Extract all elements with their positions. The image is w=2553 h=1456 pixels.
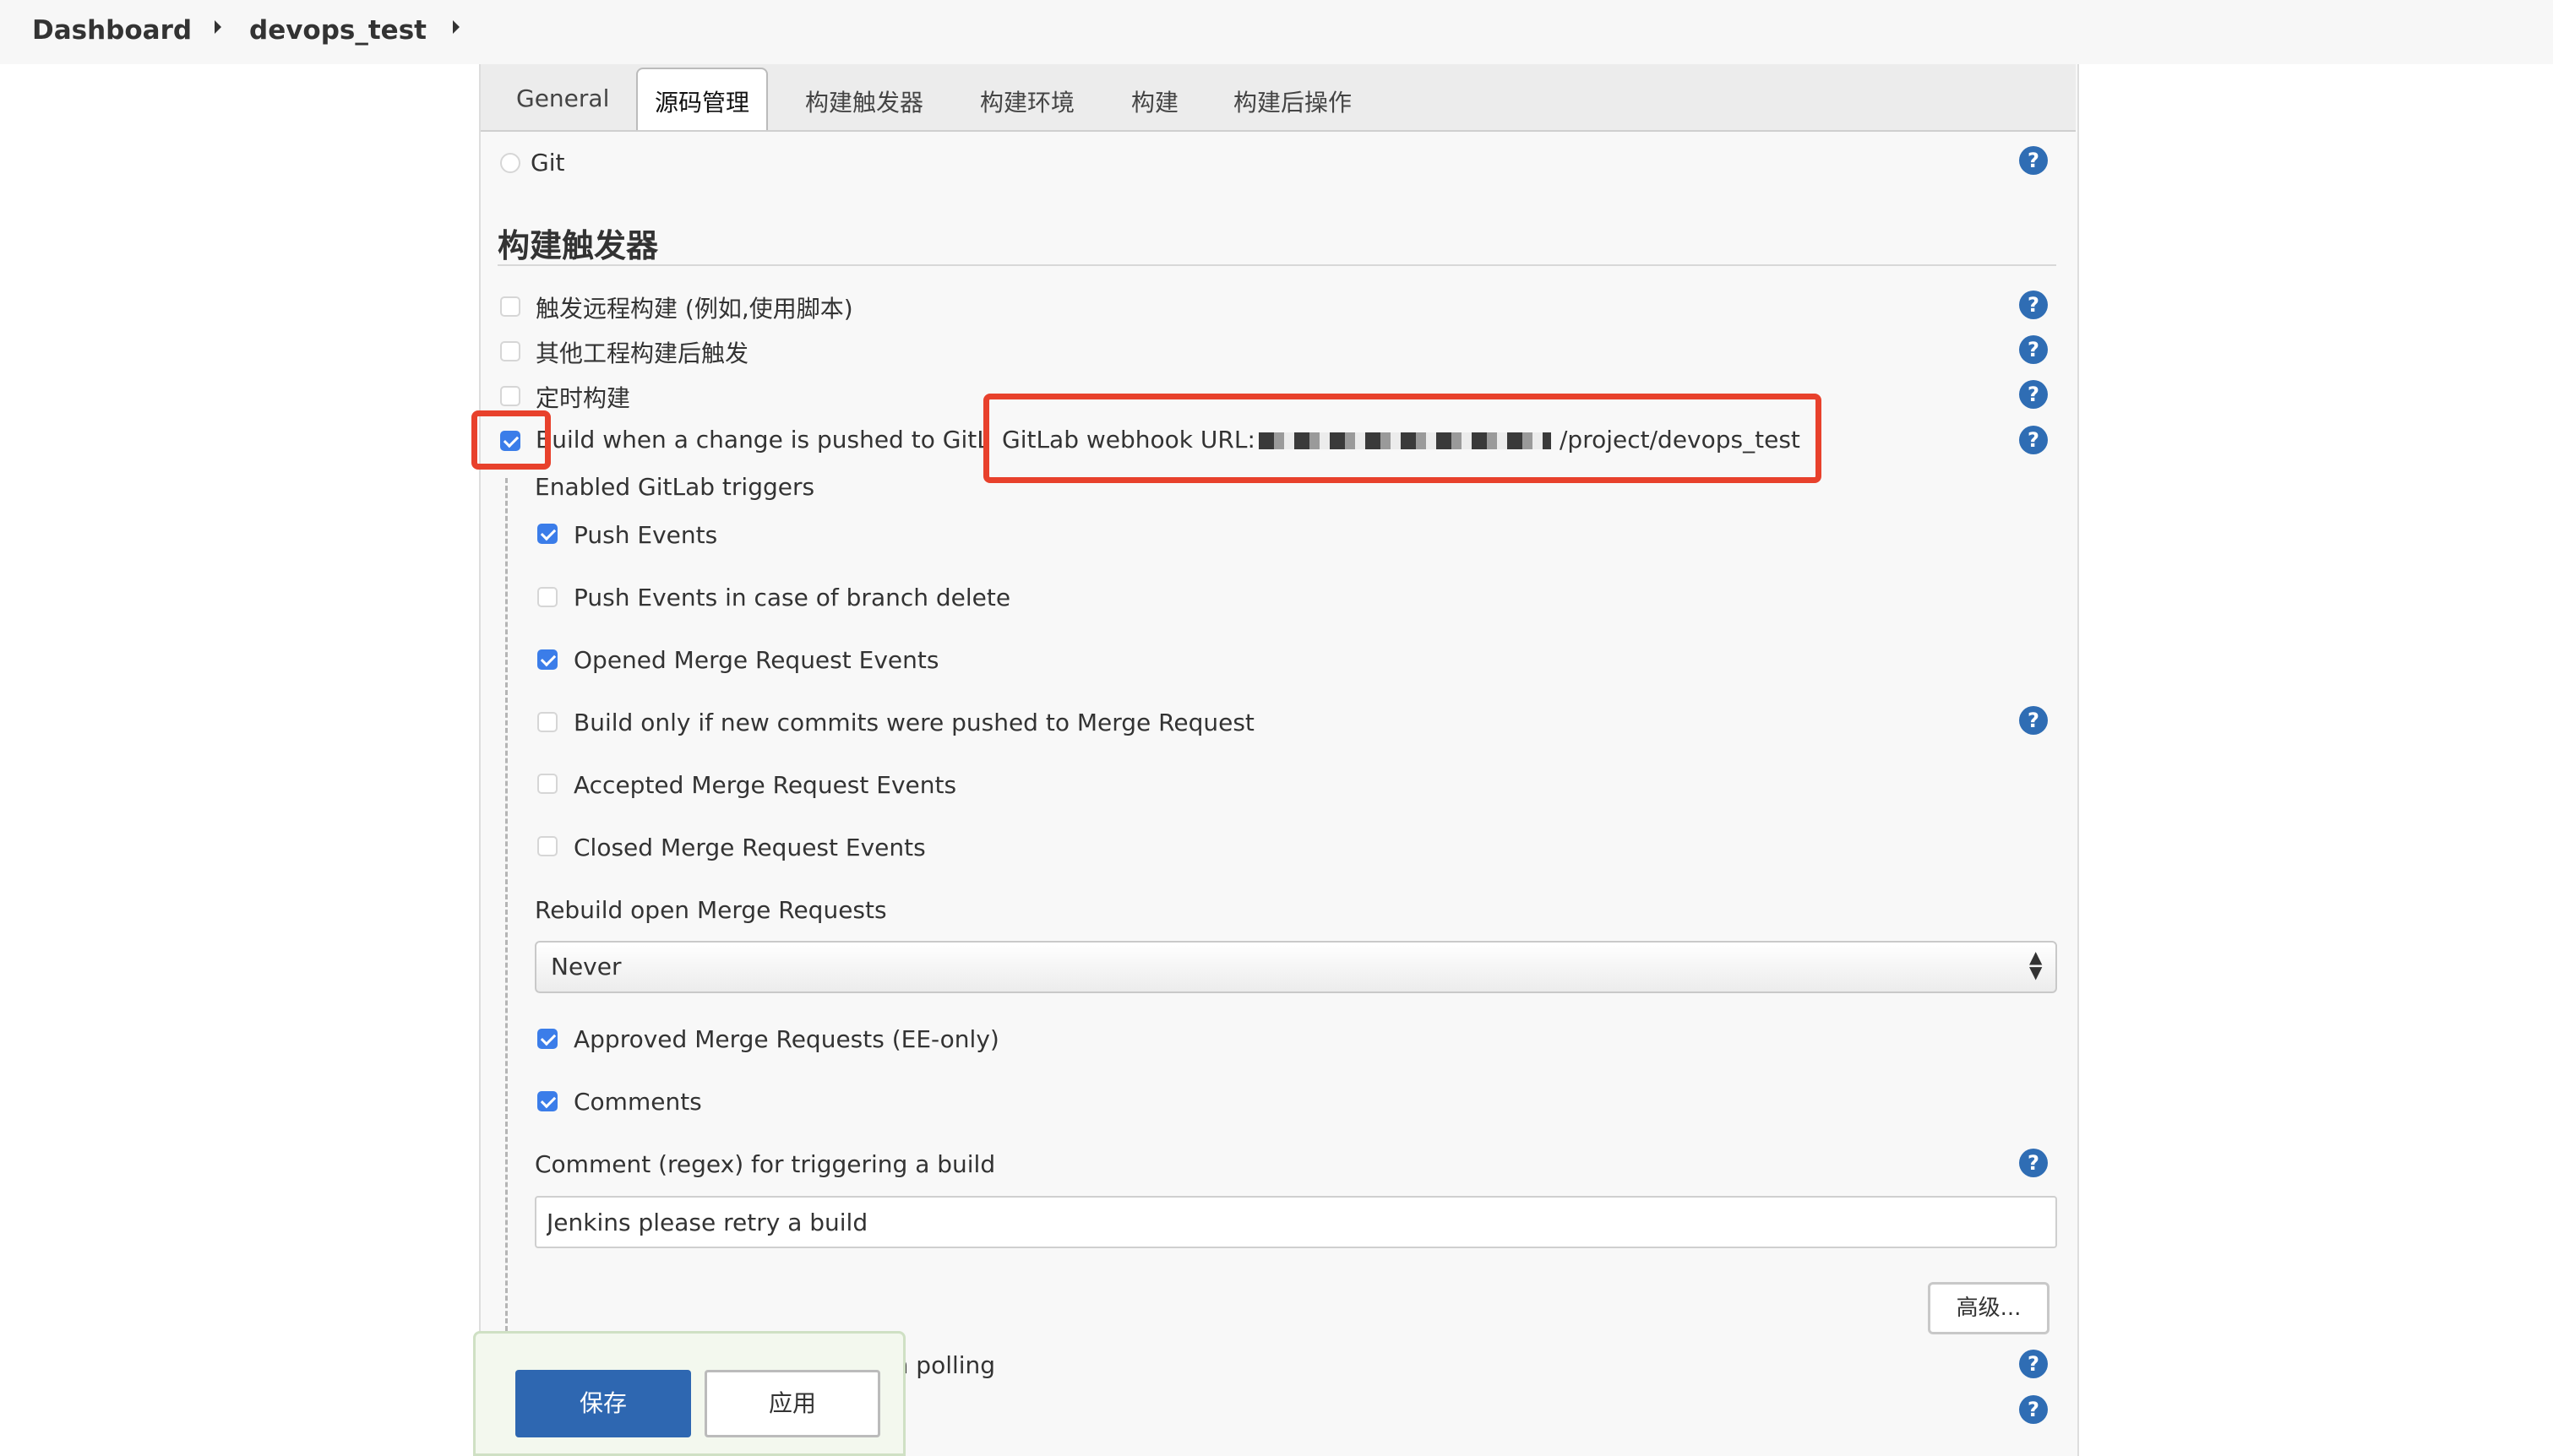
- tab-build-triggers[interactable]: 构建触发器: [805, 84, 923, 118]
- build-only-new-commits-checkbox[interactable]: [537, 712, 558, 732]
- breadcrumb: Dashboard devops_test: [0, 0, 2553, 64]
- after-other-projects-label: 其他工程构建后触发: [536, 340, 749, 367]
- approved-mr-checkbox[interactable]: [537, 1029, 558, 1049]
- comment-regex-label: Comment (regex) for triggering a build: [535, 1150, 996, 1178]
- approved-mr-label: Approved Merge Requests (EE-only): [574, 1025, 999, 1053]
- select-updown-icon: ▲ ▼: [2029, 947, 2043, 982]
- closed-mr-checkbox[interactable]: [537, 836, 558, 856]
- opened-mr-checkbox[interactable]: [537, 649, 558, 670]
- rebuild-open-mr-value: Never: [551, 953, 622, 981]
- section-title-build-triggers: 构建触发器: [498, 227, 659, 264]
- comment-regex-input[interactable]: [535, 1196, 2057, 1248]
- opened-mr-label: Opened Merge Request Events: [574, 646, 939, 674]
- build-only-new-commits-label: Build only if new commits were pushed to…: [574, 709, 1255, 736]
- tab-post-build[interactable]: 构建后操作: [1233, 84, 1352, 118]
- accepted-mr-checkbox[interactable]: [537, 774, 558, 794]
- breadcrumb-dashboard[interactable]: Dashboard: [32, 15, 192, 46]
- tab-build[interactable]: 构建: [1131, 84, 1179, 118]
- rebuild-open-mr-select[interactable]: [535, 941, 2057, 993]
- help-icon[interactable]: ?: [2019, 146, 2048, 175]
- highlight-webhook-box: [983, 394, 1821, 483]
- comments-label: Comments: [574, 1088, 702, 1116]
- git-label: Git: [531, 149, 565, 177]
- periodic-build-checkbox[interactable]: [500, 386, 520, 406]
- breadcrumb-project[interactable]: devops_test: [249, 15, 427, 46]
- help-icon[interactable]: ?: [2019, 291, 2048, 319]
- push-branch-delete-label: Push Events in case of branch delete: [574, 584, 1011, 611]
- breadcrumb-menu-chevron-icon[interactable]: [453, 20, 460, 34]
- help-icon[interactable]: ?: [2019, 1395, 2048, 1424]
- help-icon[interactable]: ?: [2019, 335, 2048, 364]
- save-button[interactable]: 保存: [515, 1370, 691, 1437]
- help-icon[interactable]: ?: [2019, 380, 2048, 409]
- git-radio[interactable]: [500, 153, 520, 173]
- tab-general[interactable]: General: [516, 84, 609, 112]
- remote-trigger-label: 触发远程构建 (例如,使用脚本): [536, 295, 853, 323]
- help-icon[interactable]: ?: [2019, 1149, 2048, 1177]
- push-events-checkbox[interactable]: [537, 524, 558, 544]
- tab-build-environment[interactable]: 构建环境: [980, 84, 1075, 118]
- push-branch-delete-checkbox[interactable]: [537, 587, 558, 607]
- help-icon[interactable]: ?: [2019, 706, 2048, 735]
- push-events-label: Push Events: [574, 521, 718, 549]
- closed-mr-label: Closed Merge Request Events: [574, 834, 926, 861]
- highlight-checkbox-box: [471, 410, 551, 470]
- apply-button[interactable]: 应用: [705, 1370, 880, 1437]
- periodic-build-label: 定时构建: [536, 384, 631, 412]
- help-icon[interactable]: ?: [2019, 426, 2048, 454]
- breadcrumb-separator-icon: [215, 20, 221, 34]
- section-divider: [498, 264, 2056, 266]
- comments-checkbox[interactable]: [537, 1091, 558, 1111]
- tab-source-management[interactable]: 源码管理: [655, 84, 749, 118]
- rebuild-open-mr-label: Rebuild open Merge Requests: [535, 896, 887, 924]
- nested-options-guide: [505, 478, 508, 1331]
- after-other-projects-checkbox[interactable]: [500, 341, 520, 361]
- help-icon[interactable]: ?: [2019, 1350, 2048, 1378]
- enabled-triggers-label: Enabled GitLab triggers: [535, 473, 815, 501]
- advanced-button[interactable]: 高级...: [1928, 1282, 2049, 1334]
- remote-trigger-checkbox[interactable]: [500, 296, 520, 317]
- gitlab-push-label: Build when a change is pushed to GitLab.: [536, 426, 985, 454]
- accepted-mr-label: Accepted Merge Request Events: [574, 771, 957, 799]
